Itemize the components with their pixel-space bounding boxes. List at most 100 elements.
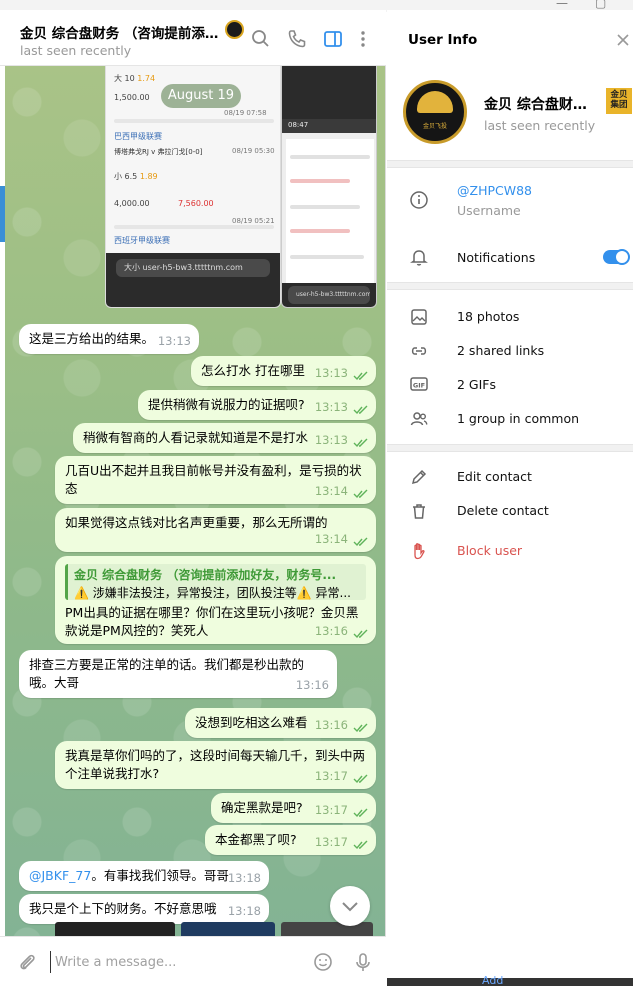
read-checkmark-icon <box>353 405 368 415</box>
svg-text:GIF: GIF <box>413 382 425 390</box>
outgoing-message[interactable]: 如果觉得这点钱对比名声更重要，那么无所谓的 13:14 <box>55 508 376 552</box>
shared-photos-label: 18 photos <box>457 309 520 324</box>
notifications-label: Notifications <box>457 250 536 265</box>
attach-paperclip-icon[interactable] <box>16 951 38 973</box>
shared-screenshot-image[interactable]: 08:47 user-h5-bw3.tttttnm.com <box>281 66 377 308</box>
reply-quote[interactable]: 金贝 综合盘财务 （咨询提前添加好友，财务号... ⚠️ 涉嫌非法投注，异常投注… <box>65 564 366 600</box>
bet-amount: 1,500.00 <box>114 93 150 102</box>
incoming-message[interactable]: @JBKF_77。有事找我们领导。哥哥 13:18 <box>19 861 269 891</box>
message-time: 13:14 <box>314 532 348 546</box>
incoming-message[interactable]: 我只是个上下的财务。不好意思哦 13:18 <box>19 894 269 924</box>
media-thumbnail-strip[interactable] <box>55 922 373 936</box>
outgoing-reply-message[interactable]: 金贝 综合盘财务 （咨询提前添加好友，财务号... ⚠️ 涉嫌非法投注，异常投注… <box>55 556 376 644</box>
read-checkmark-icon <box>353 840 368 850</box>
outgoing-message[interactable]: 稍微有智商的人看记录就知道是不是打水 13:13 <box>73 423 376 453</box>
quote-author: 金贝 综合盘财务 （咨询提前添加好友，财务号... <box>74 568 337 582</box>
shared-links-label: 2 shared links <box>457 343 545 358</box>
read-checkmark-icon <box>353 774 368 784</box>
mention-link[interactable]: @JBKF_77 <box>29 868 91 883</box>
message-input[interactable] <box>50 951 300 973</box>
message-time: 13:16 <box>314 718 348 732</box>
taskbar: Add <box>387 974 633 986</box>
message-time: 13:16 <box>314 624 348 638</box>
delete-contact-label: Delete contact <box>457 503 549 518</box>
message-time: 13:16 <box>295 678 329 692</box>
scroll-to-bottom-button[interactable] <box>330 886 370 926</box>
divider <box>387 160 633 168</box>
message-list[interactable]: 大 10 1.74 1,500.00 08/19 07:58 巴西甲级联赛 博塔… <box>5 66 385 936</box>
search-icon[interactable] <box>250 28 272 50</box>
url-size-label: 大小 <box>124 263 140 272</box>
maximize-icon[interactable]: ▢ <box>595 0 606 10</box>
bet-time: 08/19 07:58 <box>224 109 267 117</box>
username-value[interactable]: @ZHPCW88 <box>457 183 532 198</box>
read-checkmark-icon <box>353 723 368 733</box>
message-text: 。有事找我们领导。哥哥 <box>91 868 229 883</box>
bet-odds: 1.74 <box>137 74 156 83</box>
read-checkmark-icon <box>353 537 368 547</box>
outgoing-message[interactable]: 本金都黑了呗? 13:17 <box>205 825 376 855</box>
phone-time: 08:47 <box>288 121 309 129</box>
league-name: 巴西甲级联赛 <box>114 132 162 141</box>
message-time: 13:13 <box>157 334 191 348</box>
incoming-message[interactable]: 这是三方给出的结果。 13:13 <box>19 324 199 354</box>
message-time: 13:17 <box>314 769 348 783</box>
outgoing-message[interactable]: 没想到吃相这么难看 13:16 <box>185 708 376 738</box>
chat-title[interactable]: 金贝 综合盘财务 （咨询提前添加... <box>20 22 225 42</box>
divider <box>387 282 633 290</box>
divider <box>387 444 633 452</box>
payout-amount: 7,560.00 <box>178 199 214 208</box>
sidebar-toggle-icon[interactable] <box>322 28 344 50</box>
phone-call-icon[interactable] <box>286 28 308 50</box>
message-time: 13:13 <box>314 433 348 447</box>
shell-logo-icon <box>417 91 453 113</box>
bell-icon <box>410 250 428 266</box>
taskbar-add-label[interactable]: Add <box>482 974 503 986</box>
outgoing-message[interactable]: 提供稍微有说服力的证据呗? 13:13 <box>138 390 376 420</box>
url-text: user-h5-bw3.tttttnm.com <box>288 286 370 304</box>
read-checkmark-icon <box>353 371 368 381</box>
edit-contact-label: Edit contact <box>457 469 532 484</box>
microphone-icon[interactable] <box>352 951 374 973</box>
profile-name: 金贝 综合盘财务... <box>484 97 599 113</box>
photo-icon <box>411 309 427 325</box>
pencil-icon <box>411 469 427 485</box>
message-time: 13:17 <box>314 803 348 817</box>
message-time: 13:14 <box>314 484 348 498</box>
quote-text: ⚠️ 涉嫌非法投注，异常投注，团队投注等⚠️ 异常... <box>74 586 351 600</box>
chat-header[interactable]: 金贝 综合盘财务 （咨询提前添加... last seen recently <box>0 10 386 66</box>
avatar[interactable]: 金贝飞投 <box>403 80 467 144</box>
date-separator: August 19 <box>161 84 241 108</box>
close-icon[interactable] <box>615 32 631 48</box>
outgoing-message[interactable]: 我真是草你们吗的了，这段时间每天输几千，到头中两个注单说我打水? 13:17 <box>55 741 376 789</box>
trash-icon <box>413 504 425 519</box>
hand-stop-icon <box>414 543 425 560</box>
avatar-caption: 金贝飞投 <box>422 123 447 130</box>
panel-title: User Info <box>408 32 478 48</box>
bet-amount: 4,000.00 <box>114 199 150 208</box>
minimize-icon[interactable]: — <box>556 0 568 10</box>
outgoing-message[interactable]: 确定黑款是吧? 13:17 <box>211 793 376 823</box>
bet-time: 08/19 05:30 <box>232 147 275 155</box>
gif-icon: GIF <box>410 377 428 391</box>
outgoing-message[interactable]: 怎么打水 打在哪里 13:13 <box>191 356 376 386</box>
url-text: user-h5-bw3.tttttnm.com <box>142 263 243 272</box>
group-icon <box>410 412 428 426</box>
emoji-smile-icon[interactable] <box>312 951 334 973</box>
outgoing-message[interactable]: 几百U出不起并且我目前帐号并没有盈利，是亏损的状态 13:14 <box>55 456 376 504</box>
bet-odds: 1.89 <box>139 172 158 181</box>
brand-badge: 金贝集团 <box>606 88 632 114</box>
read-checkmark-icon <box>353 629 368 639</box>
user-info-panel: User Info 金贝飞投 金贝 综合盘财务... 金贝集团 last see… <box>387 10 633 986</box>
message-text: 我只是个上下的财务。不好意思哦 <box>29 901 217 916</box>
groups-in-common-label: 1 group in common <box>457 411 580 426</box>
link-icon <box>411 347 427 355</box>
incoming-message[interactable]: 排查三方要是正常的注单的话。我们都是秒出款的哦。大哥 13:16 <box>19 650 337 698</box>
message-composer <box>0 936 386 986</box>
notifications-toggle[interactable] <box>603 249 630 265</box>
message-time: 13:18 <box>227 904 261 918</box>
username-label: Username <box>457 203 521 218</box>
message-time: 13:18 <box>227 871 261 885</box>
more-options-icon[interactable] <box>352 28 374 50</box>
read-checkmark-icon <box>353 489 368 499</box>
